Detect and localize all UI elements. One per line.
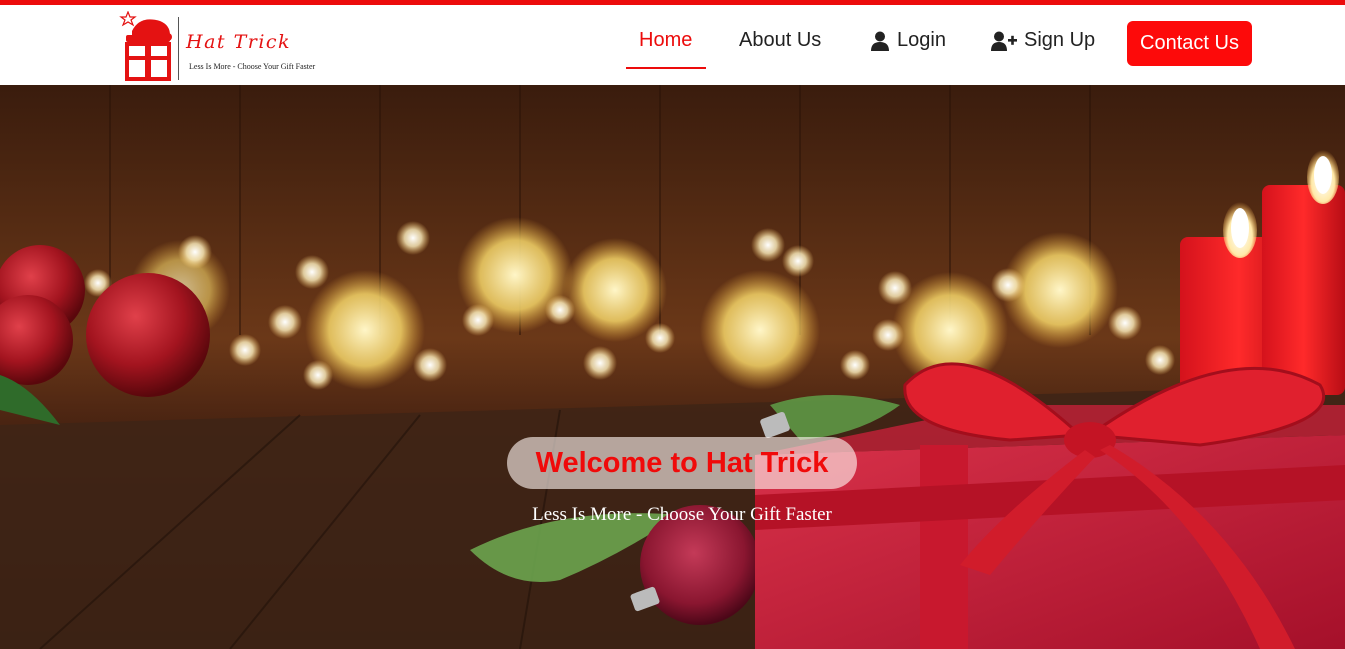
nav-home-label: Home <box>639 29 693 51</box>
nav-sign-up-label: Sign Up <box>1024 29 1096 51</box>
nav-sign-up[interactable]: Sign Up <box>991 29 1095 52</box>
nav-home-active-indicator <box>626 67 706 69</box>
navbar: Hat Trick Less Is More - Choose Your Gif… <box>0 5 1345 85</box>
nav-home[interactable]: Home <box>639 29 692 52</box>
logo-divider <box>178 17 179 80</box>
brand-logo[interactable]: Hat Trick Less Is More - Choose Your Gif… <box>118 11 338 83</box>
christmas-gifts-background <box>0 85 1345 649</box>
nav-login-label: Login <box>897 29 946 51</box>
user-icon <box>871 31 889 51</box>
hero-title: Welcome to Hat Trick <box>535 446 829 479</box>
brand-tagline: Less Is More - Choose Your Gift Faster <box>189 62 316 71</box>
nav-about-us-label: About Us <box>739 29 822 51</box>
hero-section: Welcome to Hat Trick Less Is More - Choo… <box>0 85 1345 649</box>
nav-about-us[interactable]: About Us <box>739 29 821 52</box>
contact-us-button[interactable]: Contact Us <box>1127 21 1252 66</box>
brand-name: Hat Trick <box>186 31 292 53</box>
santa-hat-gift-icon <box>119 11 172 81</box>
nav-login[interactable]: Login <box>870 29 946 52</box>
welcome-banner: Welcome to Hat Trick <box>507 437 857 489</box>
hero-subtitle: Less Is More - Choose Your Gift Faster <box>532 504 832 525</box>
user-plus-icon <box>991 31 1017 51</box>
